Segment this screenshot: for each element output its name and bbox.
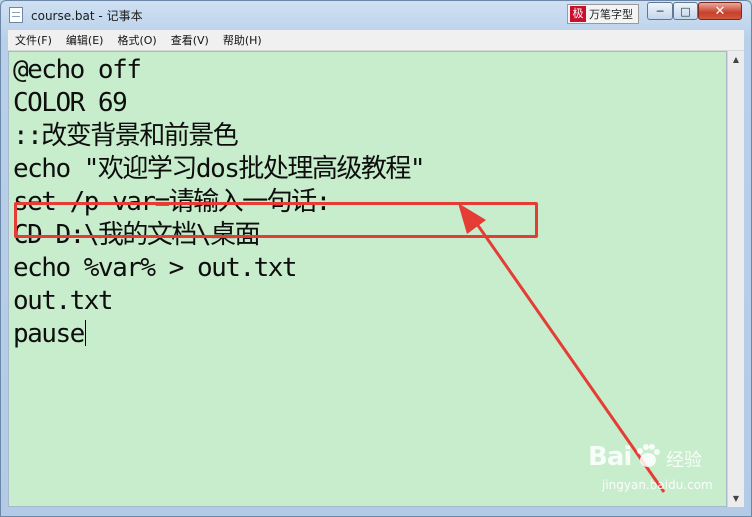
baidu-watermark: Bai 经验 jingyan.baidu.com: [588, 438, 728, 498]
watermark-url: jingyan.baidu.com: [602, 478, 713, 492]
baidu-paw-icon: [637, 444, 660, 467]
watermark-brand: Bai: [588, 442, 632, 472]
watermark-cn: 经验: [666, 450, 702, 471]
